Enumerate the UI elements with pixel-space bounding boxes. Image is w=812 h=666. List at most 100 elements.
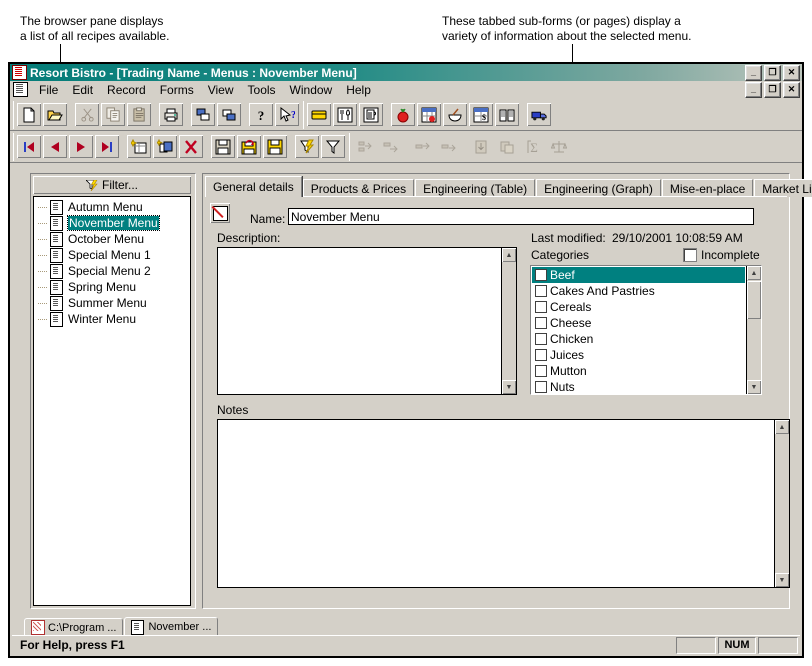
tree-item-summer-menu[interactable]: Summer Menu [34,295,190,311]
cut-scissors-icon[interactable] [75,103,99,126]
scroll-up-button[interactable]: ▲ [775,420,789,434]
last-record-icon[interactable] [95,135,119,158]
menu-file[interactable]: File [32,82,65,98]
quick-filter-icon[interactable] [295,135,319,158]
menu-tools[interactable]: Tools [241,82,283,98]
category-row-cereals[interactable]: Cereals [532,299,745,315]
mdi-restore-button[interactable]: ❐ [764,82,781,98]
document-icon[interactable] [13,82,28,97]
export-icon[interactable] [495,135,519,158]
recipe-tree[interactable]: Autumn Menu November Menu October Menu S… [33,196,191,606]
send-to-back-icon[interactable] [191,103,215,126]
menu-view[interactable]: View [201,82,241,98]
print-icon[interactable] [159,103,183,126]
scroll-up-button[interactable]: ▲ [502,248,516,262]
tomato-ingredient-icon[interactable] [391,103,415,126]
scroll-down-button[interactable]: ▼ [747,380,761,394]
tab-market-list[interactable]: Market List [754,179,812,197]
category-checkbox[interactable] [535,301,547,313]
category-row-cheese[interactable]: Cheese [532,315,745,331]
paste-icon[interactable] [127,103,151,126]
sum-icon[interactable]: Σ [521,135,545,158]
description-textarea[interactable]: ▲ ▼ [217,247,517,395]
category-row-cakes-and-pastries[interactable]: Cakes And Pastries [532,283,745,299]
minimize-button[interactable]: _ [745,65,762,81]
tab-engineering-table[interactable]: Engineering (Table) [415,179,536,197]
save-and-close-icon[interactable] [263,135,287,158]
tree-item-winter-menu[interactable]: Winter Menu [34,311,190,327]
delivery-truck-icon[interactable] [527,103,551,126]
open-book-icon[interactable] [495,103,519,126]
notes-scrollbar[interactable]: ▲ ▼ [774,420,789,587]
scroll-down-button[interactable]: ▼ [775,573,789,587]
tree-item-november-menu[interactable]: November Menu [34,215,190,231]
tab-products-and-prices[interactable]: Products & Prices [302,179,415,197]
measuring-jug-icon[interactable] [359,103,383,126]
scroll-down-button[interactable]: ▼ [502,380,516,394]
filter-icon[interactable] [321,135,345,158]
category-checkbox[interactable] [535,269,547,281]
indent-in-icon[interactable] [379,135,403,158]
tab-engineering-graph[interactable]: Engineering (Graph) [536,179,661,197]
cutlery-icon[interactable] [333,103,357,126]
balance-icon[interactable] [547,135,571,158]
menus-icon[interactable] [307,103,331,126]
category-row-nuts[interactable]: Nuts [532,379,745,393]
category-checkbox[interactable] [535,317,547,329]
mdi-tab-database[interactable]: C:\Program ... [24,618,124,636]
tree-item-autumn-menu[interactable]: Autumn Menu [34,199,190,215]
category-checkbox[interactable] [535,285,547,297]
open-folder-icon[interactable] [43,103,67,126]
description-scrollbar[interactable]: ▲ ▼ [501,248,516,394]
duplicate-record-icon[interactable] [153,135,177,158]
menu-forms[interactable]: Forms [153,82,201,98]
categories-scrollbar[interactable]: ▲ ▼ [746,266,761,394]
category-row-beef[interactable]: Beef [532,267,745,283]
tree-item-special-menu-2[interactable]: Special Menu 2 [34,263,190,279]
incomplete-checkbox[interactable] [683,248,697,262]
bring-to-front-icon[interactable] [217,103,241,126]
category-checkbox[interactable] [535,349,547,361]
filter-button[interactable]: Filter... [33,176,191,194]
category-checkbox[interactable] [535,381,547,393]
tab-general-details[interactable]: General details [205,176,302,197]
mdi-close-button[interactable]: ✕ [783,82,800,98]
delete-record-icon[interactable] [179,135,203,158]
first-record-icon[interactable] [17,135,41,158]
category-row-juices[interactable]: Juices [532,347,745,363]
price-list-icon[interactable]: $ [469,103,493,126]
promote-icon[interactable] [411,135,435,158]
products-table-icon[interactable] [417,103,441,126]
indent-out-icon[interactable] [353,135,377,158]
demote-icon[interactable] [437,135,461,158]
new-icon[interactable] [17,103,41,126]
tab-mise-en-place[interactable]: Mise-en-place [661,179,754,197]
import-icon[interactable] [469,135,493,158]
categories-list[interactable]: Beef Cakes And Pastries Cereals Cheese C… [530,265,762,395]
mdi-tab-november-menu[interactable]: November ... [124,617,219,636]
category-checkbox[interactable] [535,365,547,377]
category-row-mutton[interactable]: Mutton [532,363,745,379]
scrollbar-thumb[interactable] [747,281,761,319]
notes-textarea[interactable]: ▲ ▼ [217,419,790,588]
menu-edit[interactable]: Edit [65,82,100,98]
scroll-up-button[interactable]: ▲ [747,266,761,280]
new-record-icon[interactable] [127,135,151,158]
menu-record[interactable]: Record [100,82,153,98]
mixing-bowl-icon[interactable] [443,103,467,126]
context-help-icon[interactable]: ? [275,103,299,126]
mdi-minimize-button[interactable]: _ [745,82,762,98]
name-input[interactable]: November Menu [288,208,754,225]
menu-help[interactable]: Help [339,82,378,98]
close-button[interactable]: ✕ [783,65,800,81]
previous-record-icon[interactable] [43,135,67,158]
copy-icon[interactable] [101,103,125,126]
save-icon[interactable] [211,135,235,158]
next-record-icon[interactable] [69,135,93,158]
menu-window[interactable]: Window [283,82,340,98]
restore-button[interactable]: ❐ [764,65,781,81]
category-checkbox[interactable] [535,333,547,345]
tree-item-october-menu[interactable]: October Menu [34,231,190,247]
category-row-chicken[interactable]: Chicken [532,331,745,347]
tree-item-special-menu-1[interactable]: Special Menu 1 [34,247,190,263]
